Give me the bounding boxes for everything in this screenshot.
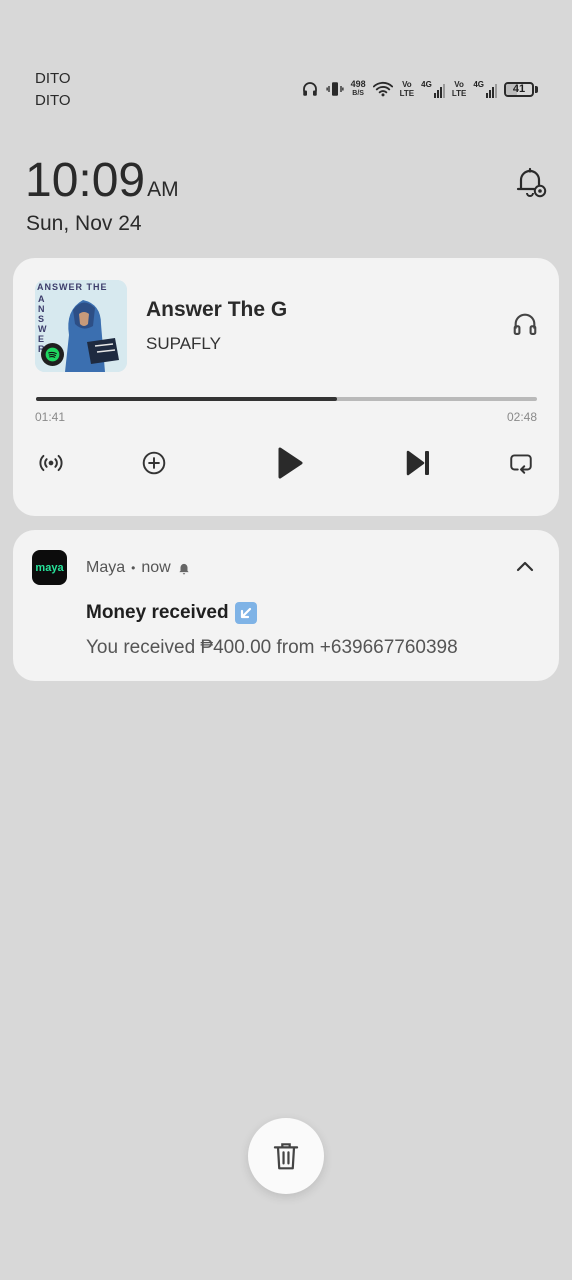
signal-icon-2: 4G [473, 80, 497, 98]
bell-icon [179, 563, 189, 575]
repeat-icon [510, 454, 532, 474]
cast-button[interactable] [34, 446, 68, 480]
play-icon [278, 447, 303, 479]
playback-progress-fill [36, 397, 338, 401]
volte-indicator-2: Vo LTE [452, 80, 467, 98]
clock-date: Sun, Nov 24 [26, 212, 142, 235]
vibrate-icon [326, 82, 344, 96]
skip-next-button[interactable] [400, 446, 436, 480]
maya-app-icon: maya [32, 550, 67, 585]
volte-sub: LTE [399, 89, 415, 98]
cast-icon [39, 454, 63, 472]
status-icons: 498 B/S Vo LTE 4G Vo LTE 4G 41 [301, 76, 538, 102]
net-speed-unit: B/S [352, 90, 364, 97]
battery-level: 41 [512, 82, 526, 95]
playback-progress-bar[interactable] [36, 397, 537, 401]
collapse-button[interactable] [513, 556, 537, 581]
net-speed-value: 498 [350, 79, 366, 89]
maya-notification-card[interactable]: maya Maya • now Money received You recei… [13, 530, 559, 681]
time-elapsed: 01:41 [35, 410, 66, 424]
track-artist: SUPAFLY [146, 334, 221, 353]
signal-icon: 4G [421, 80, 445, 98]
notification-app-name: Maya [86, 559, 126, 576]
wifi-icon [372, 82, 393, 97]
bell-settings-icon [516, 167, 547, 198]
headphones-icon [302, 82, 317, 96]
notification-time: now [141, 559, 171, 576]
network-type-label-2: 4G [473, 80, 484, 89]
volte-label: Vo [402, 80, 412, 89]
album-art-title: ANSWER THE [37, 282, 108, 292]
notification-title: Money received [86, 602, 257, 624]
clear-all-button[interactable] [248, 1118, 324, 1194]
notification-title-text: Money received [86, 602, 229, 623]
track-title: Answer The G [146, 298, 288, 321]
network-type-label: 4G [421, 80, 432, 89]
add-to-library-button[interactable] [137, 446, 171, 480]
carrier-2: DITO [35, 92, 71, 109]
chevron-up-icon [516, 561, 534, 572]
album-art[interactable]: ANSWER THE ANSWER [35, 280, 127, 372]
notification-body: You received ₱400.00 from +639667760398 [86, 637, 458, 658]
carrier-1: DITO [35, 70, 71, 87]
clock-ampm: AM [147, 178, 179, 201]
carrier-labels: DITO DITO [35, 68, 71, 112]
clock-time: 10:09 [25, 154, 146, 207]
status-bar: DITO DITO 498 B/S Vo LTE 4G Vo LTE 4G 41 [0, 0, 572, 120]
volte-sub-2: LTE [451, 89, 467, 98]
media-player-card[interactable]: ANSWER THE ANSWER Answer The G SUPAFLY 0… [13, 258, 559, 516]
notification-separator: • [131, 561, 136, 575]
time-total: 02:48 [506, 410, 537, 424]
clock: 10:09AM [25, 155, 179, 207]
add-icon [142, 451, 166, 475]
repeat-button[interactable] [504, 446, 538, 480]
skip-next-icon [406, 450, 429, 476]
play-button[interactable] [269, 446, 309, 480]
notification-settings-button[interactable] [512, 163, 550, 201]
headphones-icon [513, 313, 537, 335]
volte-indicator-1: Vo LTE [400, 80, 415, 98]
battery-icon: 41 [504, 81, 538, 97]
net-speed: 498 B/S [351, 80, 366, 98]
down-left-arrow-icon [234, 602, 257, 624]
trash-icon [273, 1143, 299, 1170]
spotify-icon [41, 343, 64, 366]
volte-label-2: Vo [454, 80, 464, 89]
output-device-button[interactable] [511, 310, 539, 343]
notification-header: Maya • now [86, 559, 191, 577]
